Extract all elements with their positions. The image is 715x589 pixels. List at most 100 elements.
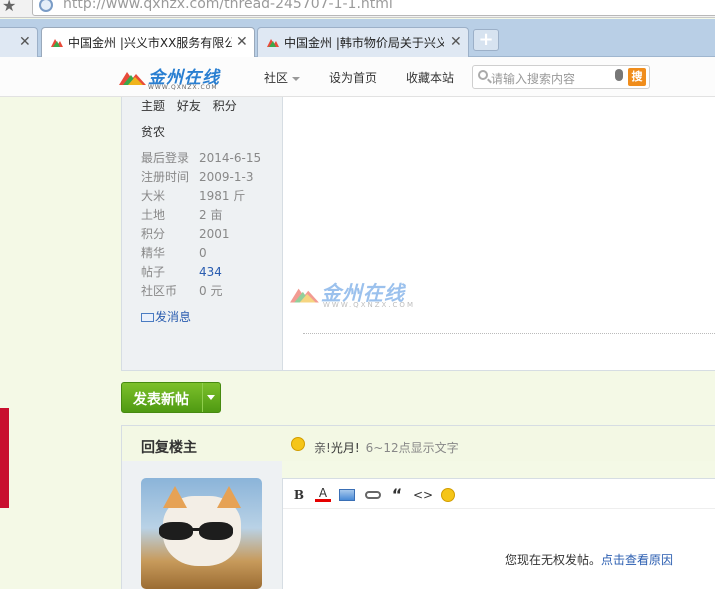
image-icon[interactable] (339, 489, 355, 501)
quote-button[interactable]: “ (389, 487, 405, 503)
new-post-label: 发表新帖 (133, 392, 189, 408)
greeting-name: 光月! (330, 441, 360, 455)
stat-posts-link[interactable]: 434 (199, 265, 222, 279)
greeting-text: 亲!光月! 6~12点显示文字 (314, 439, 459, 456)
stat-label: 大米 (141, 189, 166, 203)
cat-ear (163, 486, 187, 508)
search-button[interactable]: 搜 (628, 68, 646, 86)
watermark-domain: WWW.QXNZX.COM (323, 301, 415, 309)
stat-land: 土地 2 亩 (141, 206, 222, 223)
side-ad-strip[interactable] (0, 408, 9, 508)
tab-previous[interactable]: ✕ (0, 27, 38, 57)
button-divider (202, 383, 203, 412)
reply-editor: B A “ <> 您现在无权发帖。点击查看原因 (282, 478, 715, 589)
bold-button[interactable]: B (291, 487, 307, 503)
tab-second[interactable]: 中国金州 |韩市物价局关于兴义 ✕ (257, 27, 469, 57)
stat-label: 精华 (141, 246, 166, 260)
stat-value: 0 (199, 246, 207, 260)
stat-label: 土地 (141, 208, 166, 222)
chevron-down-icon (292, 76, 301, 81)
sunglasses-bridge (191, 528, 203, 531)
user-rank[interactable]: 贫农 (141, 123, 165, 140)
close-icon[interactable]: ✕ (19, 34, 31, 50)
nav-community[interactable]: 社区 (264, 69, 301, 86)
site-favicon-icon (267, 39, 279, 47)
link-icon[interactable] (365, 491, 381, 499)
bookmark-star-icon[interactable]: ★ (2, 0, 16, 15)
smiley-icon (291, 437, 305, 451)
notice-text: 您现在无权发帖。 (505, 553, 602, 567)
url-field[interactable]: http://www.qxnzx.com/thread-245707-1-1.h… (32, 0, 715, 16)
tab-active[interactable]: 中国金州 |兴义市XX服务有限公 ✕ (41, 27, 255, 58)
user-tab-topics[interactable]: 主题 (141, 99, 165, 113)
tab-title: 中国金州 |兴义市XX服务有限公 (68, 36, 232, 50)
stat-label: 注册时间 (141, 170, 190, 184)
stat-points: 积分 2001 (141, 225, 230, 242)
no-permission-notice: 您现在无权发帖。点击查看原因 (505, 551, 673, 568)
reply-title: 回复楼主 (141, 440, 197, 456)
stat-digest: 精华 0 (141, 244, 207, 261)
tab-title: 中国金州 |韩市物价局关于兴义 (284, 36, 444, 50)
nav-set-homepage[interactable]: 设为首页 (329, 69, 377, 86)
stat-last-login: 最后登录 2014-6-15 (141, 149, 261, 166)
chevron-down-icon[interactable] (207, 395, 215, 400)
logo-mountain-icon (119, 72, 146, 85)
text-color-button[interactable]: A (315, 487, 331, 502)
search-icon (478, 70, 488, 80)
stat-value: 2 亩 (199, 208, 223, 222)
close-icon[interactable]: ✕ (450, 34, 462, 50)
user-tab-friends[interactable]: 好友 (177, 99, 201, 113)
sunglasses (159, 522, 193, 540)
post-divider (303, 333, 715, 334)
address-bar: ★ http://www.qxnzx.com/thread-245707-1-1… (0, 0, 715, 18)
send-message-label: 发消息 (155, 310, 192, 324)
close-icon[interactable]: ✕ (236, 34, 248, 50)
code-button[interactable]: <> (413, 487, 433, 503)
emoji-icon[interactable] (441, 488, 455, 502)
search-box[interactable]: 请输入搜索内容 搜 (472, 65, 650, 89)
site-header: 金州在线 WWW.QXNZX.COM 社区 设为首页 收藏本站 请输入搜索内容 … (0, 57, 715, 97)
url-text[interactable]: http://www.qxnzx.com/thread-245707-1-1.h… (63, 0, 393, 12)
logo-mountain-icon (290, 288, 319, 303)
microphone-icon[interactable] (615, 69, 623, 81)
editor-toolbar: B A “ <> (283, 479, 715, 509)
greeting-hint: 6~12点显示文字 (365, 441, 459, 455)
logo-domain: WWW.QXNZX.COM (148, 84, 218, 91)
stat-value: 2014-6-15 (199, 151, 262, 165)
envelope-icon (141, 313, 154, 322)
stat-label: 最后登录 (141, 151, 190, 165)
stat-value: 0 元 (199, 284, 223, 298)
stat-register-date: 注册时间 2009-1-3 (141, 168, 253, 185)
new-tab-button[interactable]: + (473, 29, 499, 51)
stat-value: 2001 (199, 227, 230, 241)
new-post-button[interactable]: 发表新帖 (121, 382, 221, 413)
site-favicon-icon (51, 39, 63, 47)
site-logo[interactable]: 金州在线 WWW.QXNZX.COM (118, 63, 230, 93)
greeting-prefix: 亲! (314, 441, 331, 455)
user-info-panel: 主题 好友 积分 贫农 最后登录 2014-6-15 注册时间 2009-1-3 大… (121, 97, 283, 371)
stat-coins: 社区币 0 元 (141, 282, 222, 299)
stat-label: 积分 (141, 227, 166, 241)
stat-label: 社区币 (141, 284, 178, 298)
post-content: 金州在线 WWW.QXNZX.COM (283, 97, 715, 371)
nav-community-label: 社区 (264, 71, 289, 85)
sunglasses (199, 522, 233, 540)
reply-header: 回复楼主 亲!光月! 6~12点显示文字 (121, 425, 715, 461)
stat-value: 2009-1-3 (199, 170, 254, 184)
nav-bookmark-site[interactable]: 收藏本站 (406, 69, 454, 86)
stat-label: 帖子 (141, 265, 166, 279)
stat-value: 1981 斤 (199, 189, 246, 203)
globe-icon (39, 0, 53, 12)
avatar[interactable] (141, 478, 262, 589)
reply-user-panel (121, 461, 282, 589)
stat-rice: 大米 1981 斤 (141, 187, 245, 204)
user-tab-points[interactable]: 积分 (213, 99, 237, 113)
cat-ear (217, 486, 241, 508)
view-reason-link[interactable]: 点击查看原因 (601, 553, 673, 567)
send-message-link[interactable]: 发消息 (141, 308, 191, 325)
tab-strip: ✕ 中国金州 |兴义市XX服务有限公 ✕ 中国金州 |韩市物价局关于兴义 ✕ + (0, 19, 715, 58)
search-input[interactable]: 请输入搜索内容 (491, 70, 575, 87)
watermark-logo: 金州在线 WWW.QXNZX.COM (289, 277, 439, 313)
user-tabs: 主题 好友 积分 (141, 97, 245, 114)
stat-posts: 帖子 434 (141, 263, 222, 280)
